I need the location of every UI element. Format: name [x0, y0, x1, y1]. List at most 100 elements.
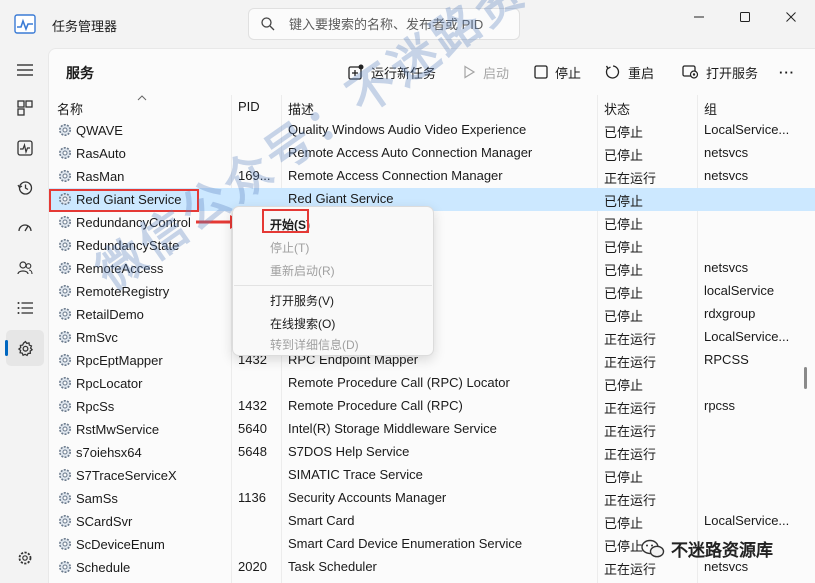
service-description: SIMATIC Trace Service [288, 467, 423, 482]
table-row[interactable]: RasAuto Remote Access Auto Connection Man… [49, 142, 815, 165]
service-name: RedundancyControl [76, 214, 191, 230]
service-status: 已停止 [604, 240, 644, 255]
service-status: 已停止 [604, 378, 644, 393]
wechat-icon [641, 539, 665, 557]
more-options-button[interactable]: ··· [779, 59, 795, 85]
service-group: LocalService... [704, 513, 790, 528]
table-row[interactable]: RpcSs 1432 Remote Procedure Call (RPC) 正在运行… [49, 395, 815, 418]
service-gear-icon [59, 331, 71, 343]
menu-item-open-services[interactable]: 打开服务(V) [270, 292, 334, 309]
performance-icon [17, 140, 33, 156]
table-row[interactable]: SCardSvr Smart Card 已停止 LocalService... [49, 510, 815, 533]
service-status: 正在运行 [604, 171, 657, 186]
service-pid: 5648 [238, 444, 267, 459]
sort-ascending-icon [137, 95, 147, 101]
service-pid: 1136 [238, 490, 266, 505]
users-icon [17, 261, 33, 275]
service-description: Task Scheduler [288, 559, 377, 574]
column-header-group[interactable]: 组 [704, 99, 717, 118]
restart-button[interactable]: 重启 [605, 59, 654, 85]
service-group: netsvcs [704, 168, 749, 183]
column-header-name[interactable]: 名称 [57, 99, 83, 118]
search-input[interactable] [289, 14, 509, 34]
service-status: 已停止 [604, 194, 644, 209]
minimize-icon [694, 16, 704, 18]
table-row[interactable]: s7oiehsx64 5648 S7DOS Help Service 正在运行 [49, 441, 815, 464]
service-description: Red Giant Service [288, 191, 394, 206]
nav-settings[interactable] [6, 540, 44, 576]
nav-users[interactable] [6, 250, 44, 286]
stop-label: 停止 [555, 65, 582, 81]
open-services-button[interactable]: 打开服务 [682, 59, 758, 85]
brand-badge: 不迷路资源库 [641, 536, 773, 561]
start-label: 启动 [483, 65, 510, 81]
service-group: netsvcs [704, 145, 749, 160]
nav-app-history[interactable] [6, 170, 44, 206]
minimize-button[interactable] [676, 0, 722, 34]
column-header-description[interactable]: 描述 [288, 99, 314, 118]
table-row[interactable]: RstMwService 5640 Intel(R) Storage Middlew… [49, 418, 815, 441]
service-group: LocalService... [704, 122, 790, 137]
column-header-status[interactable]: 状态 [604, 99, 630, 118]
table-row[interactable]: QWAVE Quality Windows Audio Video Experie… [49, 119, 815, 142]
service-name-cell: S7TraceServiceX [57, 467, 233, 483]
table-row[interactable]: S7TraceServiceX SIMATIC Trace Service 已停止 [49, 464, 815, 487]
task-manager-app-icon [14, 14, 36, 34]
service-group: rdxgroup [704, 306, 756, 321]
left-nav [0, 48, 48, 583]
scrollbar-thumb[interactable] [804, 367, 807, 389]
search-icon [261, 17, 275, 31]
run-new-task-label: 运行新任务 [371, 65, 437, 81]
search-box[interactable] [248, 8, 520, 40]
settings-gear-icon [18, 551, 32, 565]
table-row[interactable]: SamSs 1136 Security Accounts Manager 正在运行 [49, 487, 815, 510]
menu-item-restart[interactable]: 重新启动(R) [270, 262, 335, 279]
service-name-cell: RetailDemo [57, 306, 233, 322]
details-list-icon [17, 302, 33, 314]
table-row[interactable]: RpcLocator Remote Procedure Call (RPC) Lo… [49, 372, 815, 395]
service-description: Remote Procedure Call (RPC) [288, 398, 463, 413]
service-name-cell: RemoteRegistry [57, 283, 233, 299]
service-description: Remote Procedure Call (RPC) Locator [288, 375, 510, 390]
service-gear-icon [59, 216, 71, 228]
history-icon [17, 181, 33, 195]
service-name: RpcLocator [76, 375, 143, 391]
table-row[interactable]: RasMan 169... Remote Access Connection Man… [49, 165, 815, 188]
maximize-button[interactable] [722, 0, 768, 34]
nav-menu-button[interactable] [6, 52, 44, 88]
service-name: s7oiehsx64 [76, 444, 142, 460]
table-header: 名称 PID 描述 状态 组 [49, 95, 815, 119]
service-group: netsvcs [704, 260, 749, 275]
nav-services[interactable] [5, 330, 44, 366]
service-name-cell: s7oiehsx64 [57, 444, 233, 460]
nav-details[interactable] [6, 290, 44, 326]
service-status: 已停止 [604, 516, 644, 531]
service-name-cell: RpcSs [57, 398, 233, 414]
service-status: 已停止 [604, 309, 644, 324]
start-button[interactable]: 启动 [462, 59, 509, 85]
stop-button[interactable]: 停止 [534, 59, 581, 85]
service-description: Remote Access Connection Manager [288, 168, 503, 183]
service-name: S7TraceServiceX [76, 467, 177, 483]
close-button[interactable] [768, 0, 814, 34]
service-group: localService [704, 283, 775, 298]
annotation-highlight-row [49, 189, 199, 212]
service-status: 已停止 [604, 148, 644, 163]
column-header-pid[interactable]: PID [238, 99, 260, 114]
service-description: Quality Windows Audio Video Experience [288, 122, 527, 137]
service-status: 正在运行 [604, 493, 657, 508]
play-icon [464, 65, 476, 79]
service-name: RedundancyState [76, 237, 180, 253]
service-name-cell: RasMan [57, 168, 233, 184]
nav-processes[interactable] [6, 90, 44, 126]
service-name-cell: QWAVE [57, 122, 233, 138]
service-gear-icon [59, 308, 71, 320]
nav-performance[interactable] [6, 130, 44, 166]
run-new-task-button[interactable]: 运行新任务 [348, 59, 436, 85]
menu-item-search-online[interactable]: 在线搜索(O) [270, 315, 335, 332]
nav-startup-apps[interactable] [6, 210, 44, 246]
service-name-cell: RasAuto [57, 145, 233, 161]
service-name-cell: RemoteAccess [57, 260, 233, 276]
menu-item-go-to-details[interactable]: 转到详细信息(D) [270, 336, 359, 353]
menu-item-stop[interactable]: 停止(T) [270, 239, 309, 256]
